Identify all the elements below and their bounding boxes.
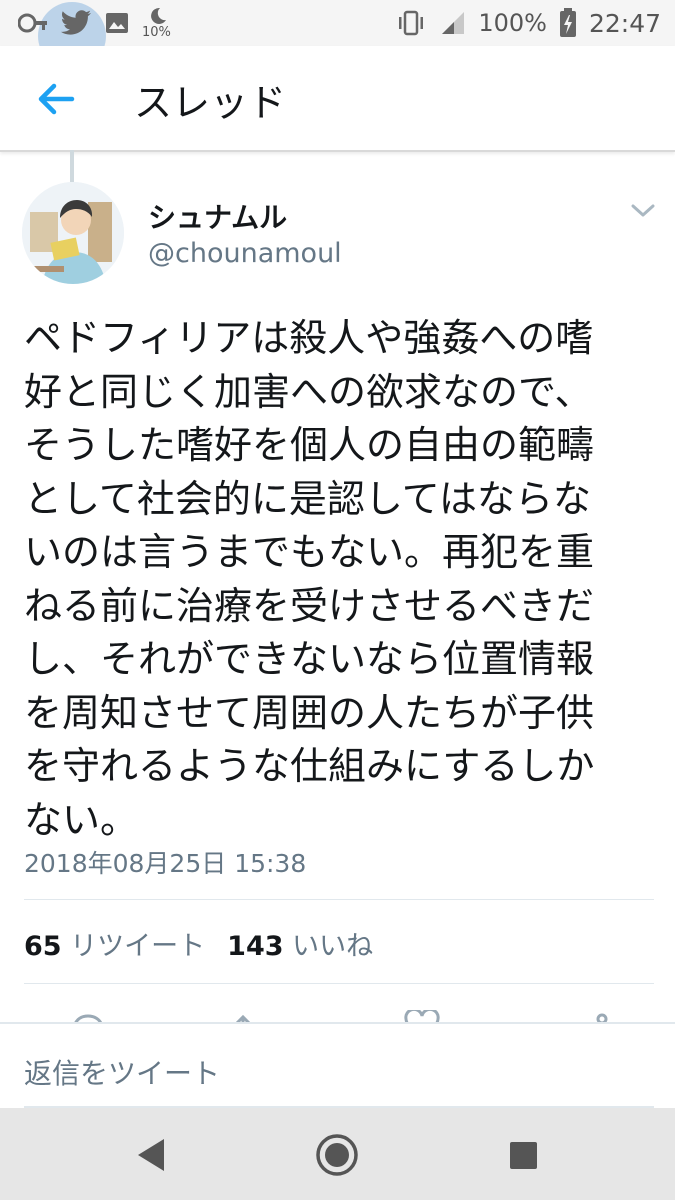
do-not-disturb-indicator: 10% bbox=[142, 6, 172, 40]
thread-connector bbox=[70, 150, 74, 182]
retweet-count: 65 bbox=[24, 931, 62, 962]
like-count: 143 bbox=[227, 931, 284, 962]
avatar-illustration bbox=[22, 182, 124, 284]
battery-charging-icon bbox=[559, 8, 576, 37]
tweet-text: ペドフィリアは殺人や強姦への嗜 好と同じく加害への欲求なので、 そうした嗜好を個… bbox=[24, 316, 595, 842]
reply-composer[interactable]: 返信をツイート bbox=[0, 1022, 675, 1110]
back-triangle-icon bbox=[138, 1139, 164, 1171]
retweet-label: リツイート bbox=[70, 931, 206, 962]
app-bar: スレッド bbox=[0, 46, 675, 152]
tweet-timestamp[interactable]: 2018年08月25日 15:38 bbox=[24, 844, 306, 880]
nav-recents-button[interactable] bbox=[498, 1130, 548, 1180]
system-indicators: 100% 22:47 bbox=[396, 6, 661, 40]
twitter-icon bbox=[60, 10, 91, 35]
nav-back-button[interactable] bbox=[126, 1130, 176, 1180]
tweet-actions bbox=[0, 1004, 675, 1024]
tweet-menu-button[interactable] bbox=[628, 198, 658, 222]
vibrate-icon bbox=[399, 10, 424, 36]
notification-icons: 10% bbox=[18, 6, 172, 40]
image-icon bbox=[106, 13, 128, 33]
divider bbox=[24, 899, 654, 900]
tweet-stats: 65 リツイート 143 いいね bbox=[24, 924, 373, 963]
moon-label: 10% bbox=[142, 25, 171, 40]
battery-percent: 100% bbox=[478, 9, 547, 37]
author-handle[interactable]: @chounamoul bbox=[148, 238, 342, 269]
page-title: スレッド bbox=[134, 81, 287, 125]
avatar[interactable] bbox=[22, 182, 124, 284]
like-stat[interactable]: 143 いいね bbox=[227, 931, 373, 962]
nav-home-button[interactable] bbox=[312, 1130, 362, 1180]
arrow-left-icon bbox=[38, 83, 75, 115]
divider bbox=[24, 983, 654, 984]
clock: 22:47 bbox=[588, 8, 661, 38]
chevron-down-icon bbox=[631, 204, 655, 217]
recents-square-icon bbox=[510, 1142, 537, 1169]
status-bar: 10% 100% 22:47 bbox=[0, 0, 675, 70]
retweet-stat[interactable]: 65 リツイート bbox=[24, 931, 205, 962]
moon-icon bbox=[151, 7, 166, 24]
home-circle-icon bbox=[316, 1134, 358, 1176]
signal-icon bbox=[442, 12, 465, 34]
key-icon bbox=[18, 13, 47, 33]
reply-input[interactable]: 返信をツイート bbox=[24, 1052, 220, 1092]
back-button[interactable] bbox=[30, 74, 80, 124]
navigation-bar bbox=[0, 1108, 675, 1200]
author-display-name[interactable]: シュナムル bbox=[148, 196, 287, 236]
like-label: いいね bbox=[292, 931, 374, 962]
